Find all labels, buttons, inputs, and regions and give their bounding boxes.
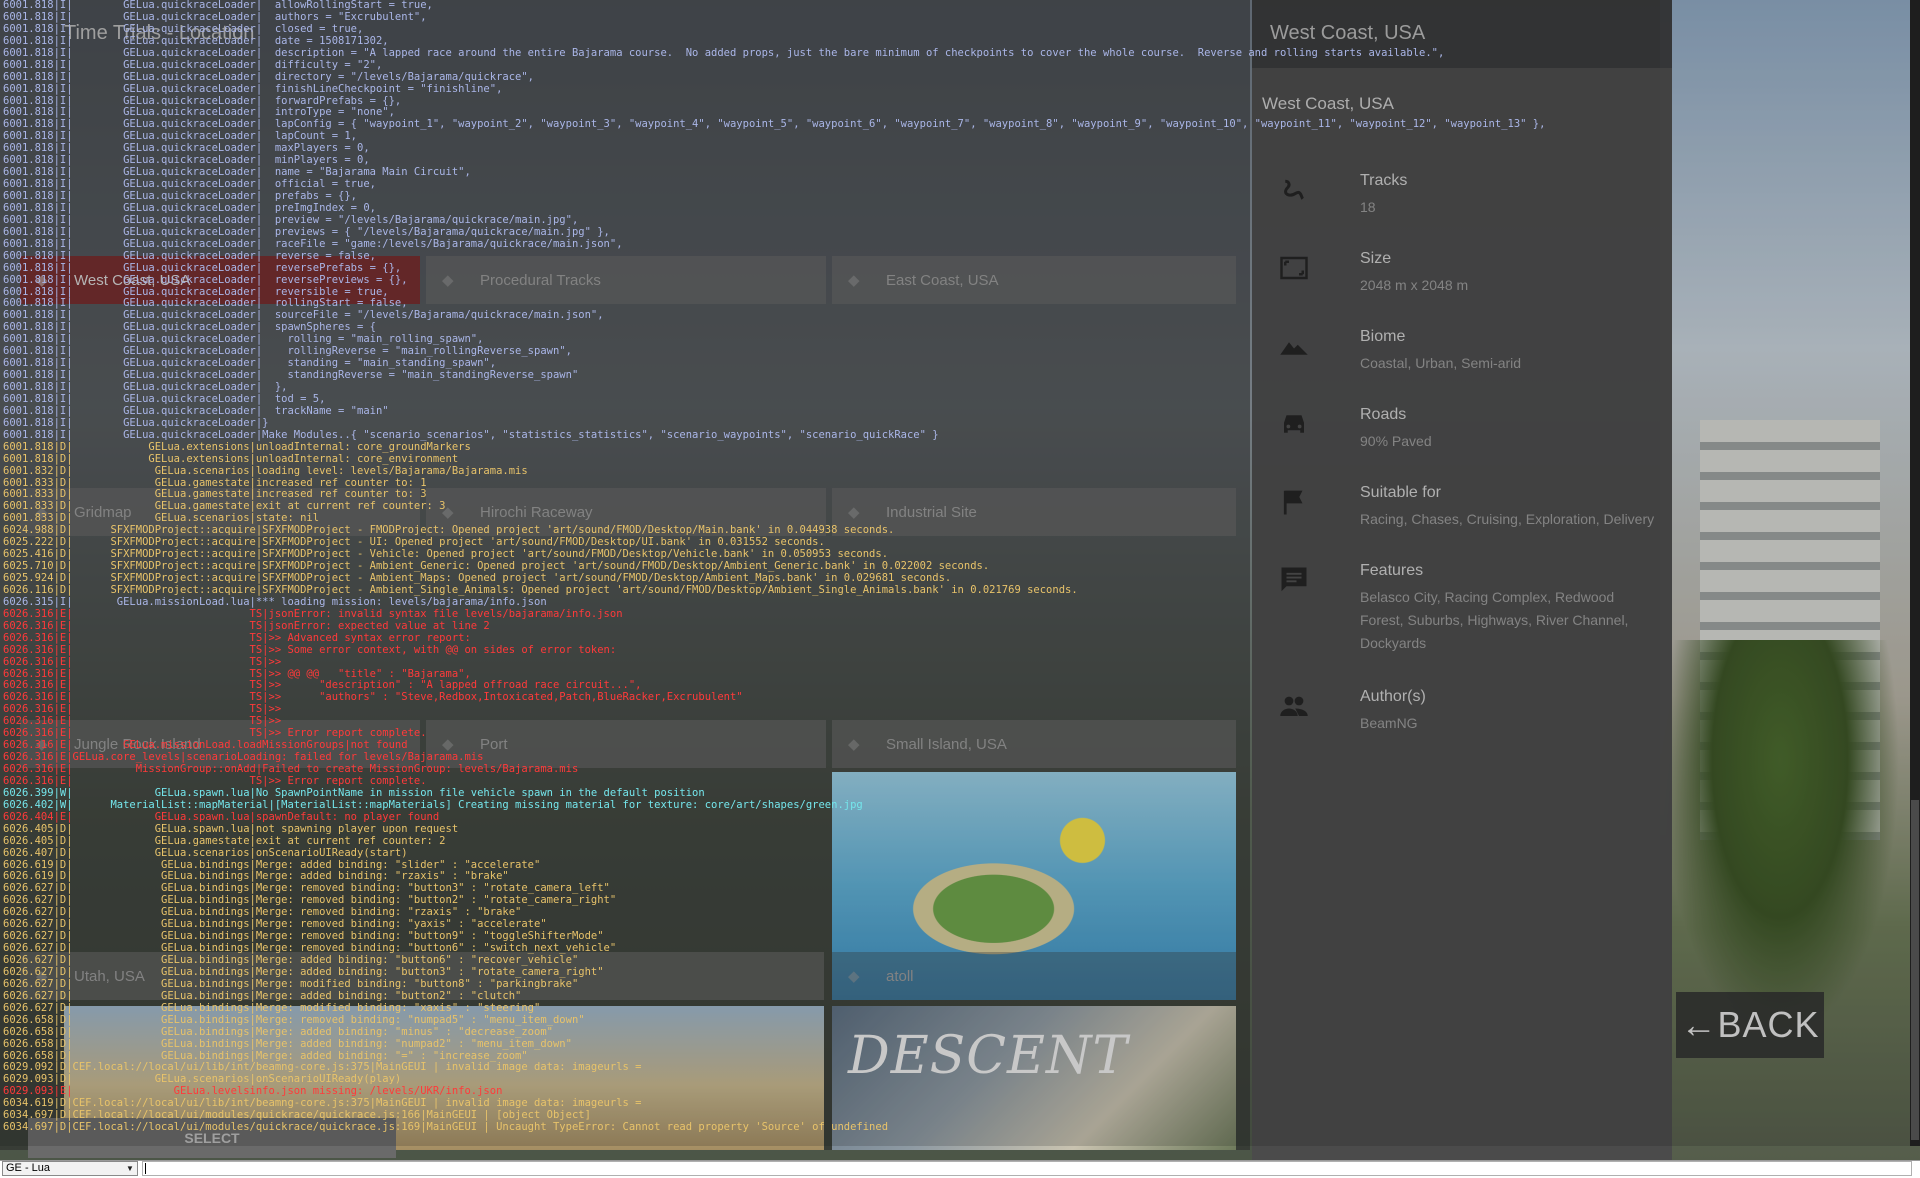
context-selector-dropdown[interactable]: GE - Lua xyxy=(2,1161,138,1176)
log-line: 6001.818|I| GELua.quickraceLoader| rever… xyxy=(3,261,402,274)
log-line: 6001.818|I| GELua.quickraceLoader| stand… xyxy=(3,369,579,382)
log-line: 6026.316|E| TS|jsonError: invalid syntax… xyxy=(3,607,623,620)
log-line: 6026.404|E| GELua.spawn.lua|spawnDefault… xyxy=(3,810,440,823)
log-line: 6001.818|D| GELua.extensions|unloadInter… xyxy=(3,440,471,453)
log-line: 6026.316|E| TS|>> Advanced syntax error … xyxy=(3,631,471,644)
log-line: 6001.818|D| GELua.extensions|unloadInter… xyxy=(3,452,459,465)
log-line: 6001.818|I| GELua.quickraceLoader|Make M… xyxy=(3,428,939,441)
log-line: 6001.818|I| GELua.quickraceLoader| finis… xyxy=(3,82,503,95)
log-line: 6001.818|I| GELua.quickraceLoader| descr… xyxy=(3,46,1445,59)
text-caret xyxy=(145,1163,146,1174)
log-line: 6026.405|D| GELua.gamestate|exit at curr… xyxy=(3,834,446,847)
command-input[interactable] xyxy=(142,1161,1912,1176)
log-line: 6001.818|I| GELua.quickraceLoader| diffi… xyxy=(3,58,383,71)
log-line: 6026.658|D| GELua.bindings|Merge: remove… xyxy=(3,1013,585,1026)
log-line: 6026.627|D| GELua.bindings|Merge: modifi… xyxy=(3,1001,541,1014)
log-line: 6001.818|I| GELua.quickraceLoader| previ… xyxy=(3,225,610,238)
log-line: 6026.658|D| GELua.bindings|Merge: added … xyxy=(3,1025,553,1038)
log-line: 6001.818|I| GELua.quickraceLoader| track… xyxy=(3,404,389,417)
log-line: 6026.658|D| GELua.bindings|Merge: added … xyxy=(3,1037,572,1050)
log-line: 6026.407|D| GELua.scenarios|onScenarioUI… xyxy=(3,846,408,859)
log-line: 6026.627|D| GELua.bindings|Merge: added … xyxy=(3,989,522,1002)
log-line: 6034.697|D|CEF.local://local/ui/modules/… xyxy=(3,1121,889,1134)
log-line: 6001.818|I| GELua.quickraceLoader| rever… xyxy=(3,273,408,286)
log-line: 6026.316|E| TS|>> Some error context, wi… xyxy=(3,643,617,656)
log-line: 6026.316|E| TS|>> xyxy=(3,655,282,668)
log-line: 6001.832|D| GELua.scenarios|loading leve… xyxy=(3,464,528,477)
log-line: 6001.818|I| GELua.quickraceLoader|} xyxy=(3,416,269,429)
log-line: 6001.818|I| GELua.quickraceLoader| rever… xyxy=(3,249,376,262)
log-line: 6026.316|E| TS|>> "authors" : "Steve,Red… xyxy=(3,691,743,704)
log-line: 6001.818|I| GELua.quickraceLoader| date … xyxy=(3,34,389,47)
log-line: 6026.316|E| TS|jsonError: expected value… xyxy=(3,619,490,632)
console-log[interactable]: 6001.818|I| GELua.quickraceLoader| allow… xyxy=(0,0,1912,1146)
log-line: 6001.818|I| GELua.quickraceLoader| direc… xyxy=(3,70,535,83)
console-scroll-thumb[interactable] xyxy=(1911,800,1919,1140)
log-line: 6026.316|E| TS|>> xyxy=(3,703,282,716)
log-line: 6026.402|W| MaterialList::mapMaterial|[M… xyxy=(3,798,863,811)
log-line: 6026.405|D| GELua.spawn.lua|not spawning… xyxy=(3,822,459,835)
chevron-down-icon[interactable]: ▼ xyxy=(126,1164,134,1173)
log-line: 6001.818|I| GELua.quickraceLoader| raceF… xyxy=(3,237,623,250)
